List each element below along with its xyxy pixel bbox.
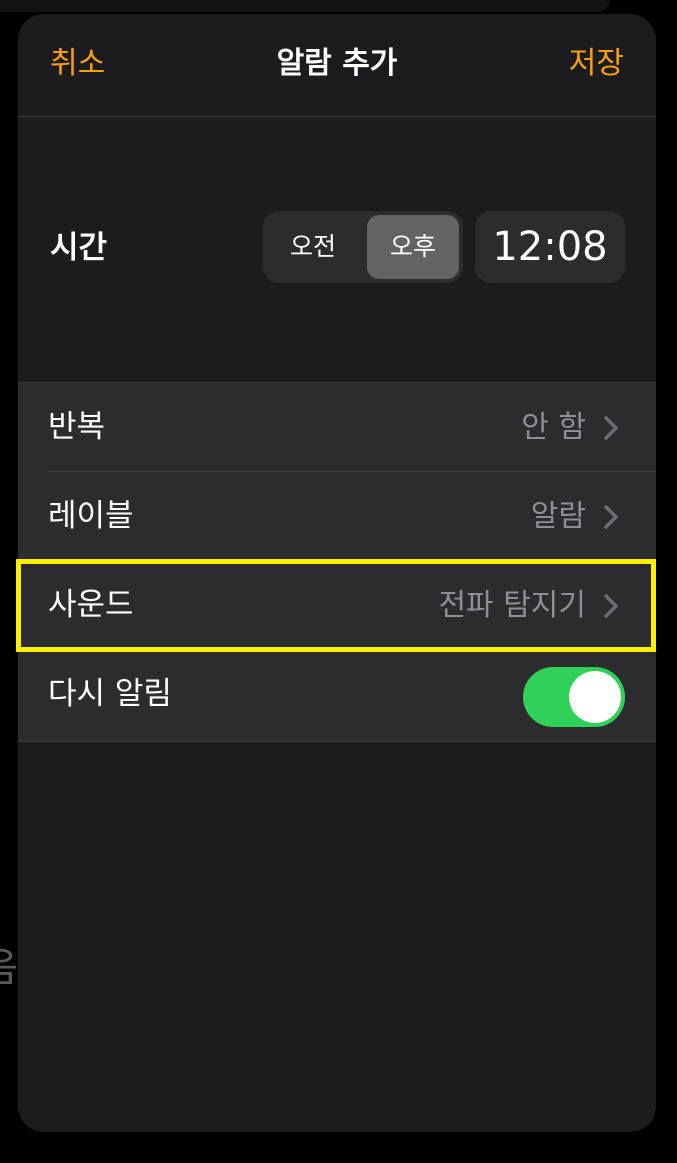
sound-value: 전파 탐지기: [438, 588, 586, 623]
time-value-field[interactable]: 12:08: [475, 211, 625, 283]
page-title: 알람 추가: [276, 46, 398, 81]
am-segment[interactable]: 오전: [267, 215, 359, 279]
sound-row[interactable]: 사운드 전파 탐지기: [18, 561, 656, 650]
chevron-right-icon: [604, 505, 618, 529]
am-pm-segmented-control: 오전 오후: [263, 211, 463, 283]
repeat-row[interactable]: 반복 안 함: [18, 383, 656, 472]
pm-segment[interactable]: 오후: [367, 215, 459, 279]
snooze-toggle[interactable]: [523, 667, 625, 727]
sound-label: 사운드: [48, 587, 134, 623]
label-row[interactable]: 레이블 알람: [18, 472, 656, 561]
label-value: 알람: [530, 499, 586, 534]
add-alarm-sheet: 취소 알람 추가 저장 시간 오전 오후 12:08 반복 안 함 레이블 알람: [18, 14, 656, 1132]
chevron-right-icon: [604, 594, 618, 618]
snooze-label: 다시 알림: [48, 676, 172, 712]
label-label: 레이블: [48, 498, 134, 534]
save-button[interactable]: 저장: [569, 42, 624, 86]
background-sheet-edge: [0, 0, 610, 12]
repeat-value: 안 함: [521, 410, 586, 445]
toggle-knob: [569, 671, 621, 723]
chevron-right-icon: [604, 416, 618, 440]
screen: 음 취소 알람 추가 저장 시간 오전 오후 12:08 반복 안 함 레이블: [0, 0, 677, 1163]
background-peek-text: 음: [0, 942, 18, 994]
repeat-label: 반복: [48, 409, 106, 445]
navigation-bar: 취소 알람 추가 저장: [18, 14, 656, 117]
time-label: 시간: [50, 230, 108, 266]
alarm-options-list: 반복 안 함 레이블 알람 사운드 전파 탐지기 다시 알림: [18, 382, 656, 742]
